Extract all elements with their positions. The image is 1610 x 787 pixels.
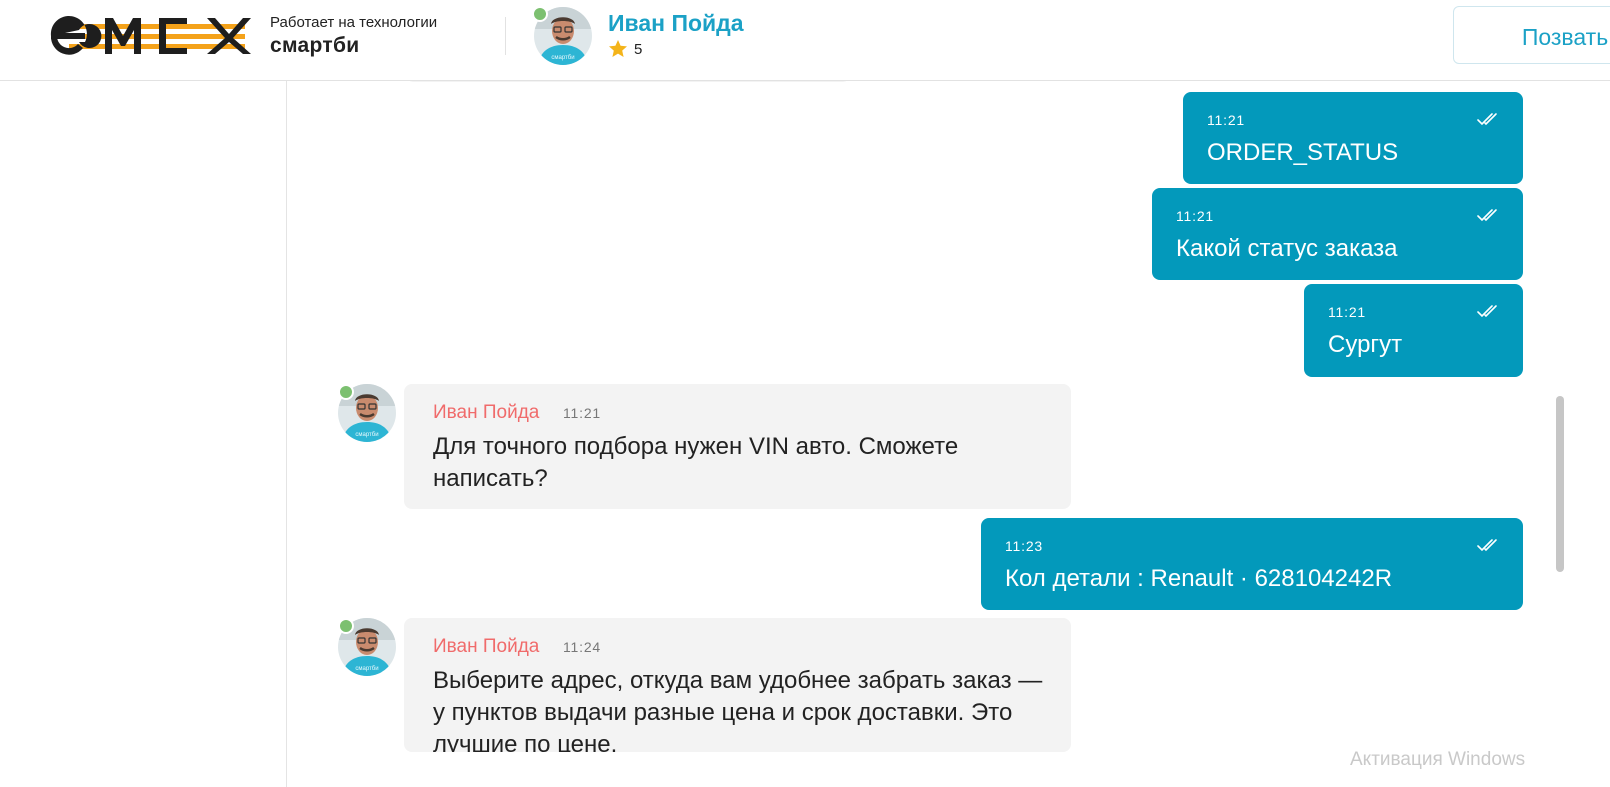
message-text: ORDER_STATUS: [1207, 139, 1399, 166]
operator-name[interactable]: Иван Пойда: [608, 10, 744, 37]
smartbi-brand: смартби: [270, 34, 360, 57]
online-status-icon: [532, 6, 548, 22]
message-time: 11:21: [1328, 304, 1366, 320]
message-time: 11:24: [563, 639, 601, 655]
message-time: 11:21: [1176, 208, 1214, 224]
outgoing-message: 11:21 Сургут: [1304, 284, 1523, 377]
message-time: 11:23: [1005, 538, 1043, 554]
double-check-icon: [1477, 208, 1499, 222]
outgoing-message: 11:23 Кол детали : Renault · 628104242R: [981, 518, 1523, 610]
outgoing-message: 11:21 Какой статус заказа: [1152, 188, 1523, 280]
header-divider: [505, 17, 506, 55]
double-check-icon: [1477, 304, 1499, 318]
operator-rating: 5: [608, 40, 642, 58]
double-check-icon: [1477, 112, 1499, 126]
message-author: Иван Пойда: [433, 402, 540, 423]
chat-scrollbar[interactable]: [1556, 396, 1564, 572]
invite-button[interactable]: Позвать: [1453, 6, 1610, 64]
incoming-message: Иван Пойда 11:21 Для точного подбора нуж…: [404, 384, 1071, 509]
message-time: 11:21: [563, 405, 601, 421]
message-text: Какой статус заказа: [1176, 235, 1398, 262]
windows-activation-watermark: Активация Windows: [1350, 749, 1526, 770]
message-text: Выберите адрес, откуда вам удобнее забра…: [433, 667, 1043, 752]
message-text: Кол детали : Renault · 628104242R: [1005, 565, 1393, 592]
message-text: Сургут: [1328, 331, 1403, 358]
message-text: Для точного подбора нужен VIN авто. Смож…: [433, 433, 959, 492]
online-status-icon: [338, 618, 354, 634]
star-icon: [609, 40, 627, 57]
outgoing-message: 11:21 ORDER_STATUS: [1183, 92, 1523, 184]
sidebar-divider: [286, 80, 287, 787]
emex-logo[interactable]: [49, 14, 253, 58]
online-status-icon: [338, 384, 354, 400]
message-time: 11:21: [1207, 112, 1245, 128]
powered-by-text: Работает на технологии: [270, 14, 438, 31]
chat-header: Работает на технологии смартби Иван Пойд…: [0, 0, 1610, 81]
rating-value: 5: [634, 40, 643, 58]
message-author: Иван Пойда: [433, 636, 540, 657]
double-check-icon: [1477, 538, 1499, 552]
incoming-message: Иван Пойда 11:24 Выберите адрес, откуда …: [404, 618, 1071, 752]
